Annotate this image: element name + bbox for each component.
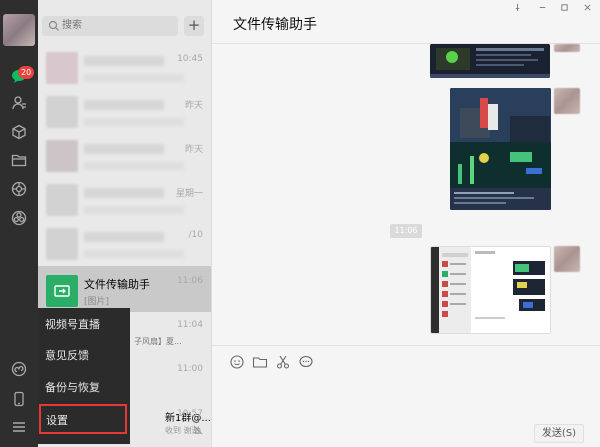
file-transfer-icon bbox=[46, 275, 78, 307]
conversation-time: 昨天 bbox=[184, 145, 203, 155]
conversation-time: 星期一 bbox=[175, 189, 203, 199]
folder-icon[interactable] bbox=[252, 354, 268, 370]
conversation-time: 11:04 bbox=[177, 320, 203, 330]
search-box[interactable] bbox=[42, 16, 178, 36]
chat-title: 文件传输助手 bbox=[233, 17, 317, 33]
conversation-preview-blurred bbox=[84, 162, 184, 170]
conversation-time: 昨天 bbox=[184, 101, 203, 111]
conversation-preview-blurred bbox=[84, 206, 184, 214]
chat-bubble-icon[interactable] bbox=[298, 354, 314, 370]
emoji-icon[interactable] bbox=[229, 354, 245, 370]
conversation-avatar bbox=[46, 140, 78, 172]
conversation-time: 10:45 bbox=[177, 54, 203, 64]
conversation-name-blurred bbox=[84, 144, 164, 154]
moments-icon[interactable] bbox=[9, 179, 29, 199]
chat-panel: 文件传输助手 11:06 发送(S) bbox=[212, 0, 600, 447]
pin-icon[interactable] bbox=[510, 3, 524, 15]
contacts-icon[interactable] bbox=[9, 93, 29, 113]
mute-icon bbox=[193, 425, 203, 435]
menu-item-channels-live[interactable]: 视频号直播 bbox=[38, 310, 130, 340]
avatar[interactable] bbox=[3, 14, 35, 46]
nav-bar: 20 bbox=[0, 0, 38, 447]
conversation-preview-blurred bbox=[84, 118, 184, 126]
minimize-icon[interactable] bbox=[535, 3, 549, 15]
conversation-time: /10 bbox=[188, 230, 203, 240]
phone-icon[interactable] bbox=[9, 389, 29, 409]
search-icon bbox=[48, 20, 59, 31]
close-icon[interactable] bbox=[580, 3, 594, 15]
image-message[interactable] bbox=[430, 246, 551, 334]
conversation-time: 10:57 bbox=[177, 409, 203, 419]
image-message[interactable] bbox=[450, 88, 551, 210]
conversation-preview: [图片] bbox=[84, 297, 110, 307]
search-input[interactable] bbox=[62, 16, 172, 36]
sender-avatar bbox=[554, 246, 580, 272]
menu-item-feedback[interactable]: 意见反馈 bbox=[38, 341, 130, 371]
conversation-preview-blurred bbox=[84, 250, 184, 258]
conversation-name: 文件传输助手 bbox=[84, 278, 150, 291]
image-message[interactable] bbox=[430, 44, 550, 78]
favorites-icon[interactable] bbox=[9, 122, 29, 142]
conversation-avatar bbox=[46, 52, 78, 84]
settings-popup-menu: 视频号直播 意见反馈 备份与恢复 设置 bbox=[38, 308, 130, 444]
conversation-time: 11:00 bbox=[177, 364, 203, 374]
conversation-item-file-transfer[interactable]: 文件传输助手 [图片] 11:06 bbox=[38, 266, 211, 312]
mini-programs-icon[interactable] bbox=[9, 359, 29, 379]
conversation-avatar bbox=[46, 184, 78, 216]
send-button[interactable]: 发送(S) bbox=[534, 424, 584, 443]
conversation-time: 11:06 bbox=[177, 276, 203, 286]
add-button[interactable]: + bbox=[184, 16, 204, 36]
message-timestamp: 11:06 bbox=[390, 224, 422, 238]
conversation-name-blurred bbox=[84, 100, 164, 110]
channels-icon[interactable] bbox=[9, 208, 29, 228]
conversation-preview: 子风扇】夏... bbox=[134, 337, 182, 346]
menu-icon[interactable] bbox=[9, 417, 29, 437]
files-icon[interactable] bbox=[9, 150, 29, 170]
conversation-preview-blurred bbox=[84, 74, 184, 82]
conversation-name-blurred bbox=[84, 56, 164, 66]
conversation-avatar bbox=[46, 228, 78, 260]
conversation-name-blurred bbox=[84, 232, 164, 242]
sender-avatar bbox=[554, 88, 580, 114]
conversation-avatar bbox=[46, 96, 78, 128]
chat-header: 文件传输助手 bbox=[212, 0, 600, 44]
menu-item-settings[interactable]: 设置 bbox=[39, 404, 127, 434]
maximize-icon[interactable] bbox=[557, 3, 571, 15]
scissors-icon[interactable] bbox=[275, 354, 291, 370]
conversation-name-blurred bbox=[84, 188, 164, 198]
input-area[interactable]: 发送(S) bbox=[212, 345, 600, 447]
menu-item-backup-restore[interactable]: 备份与恢复 bbox=[38, 373, 130, 403]
sender-avatar bbox=[554, 44, 580, 52]
unread-badge: 20 bbox=[18, 66, 35, 79]
